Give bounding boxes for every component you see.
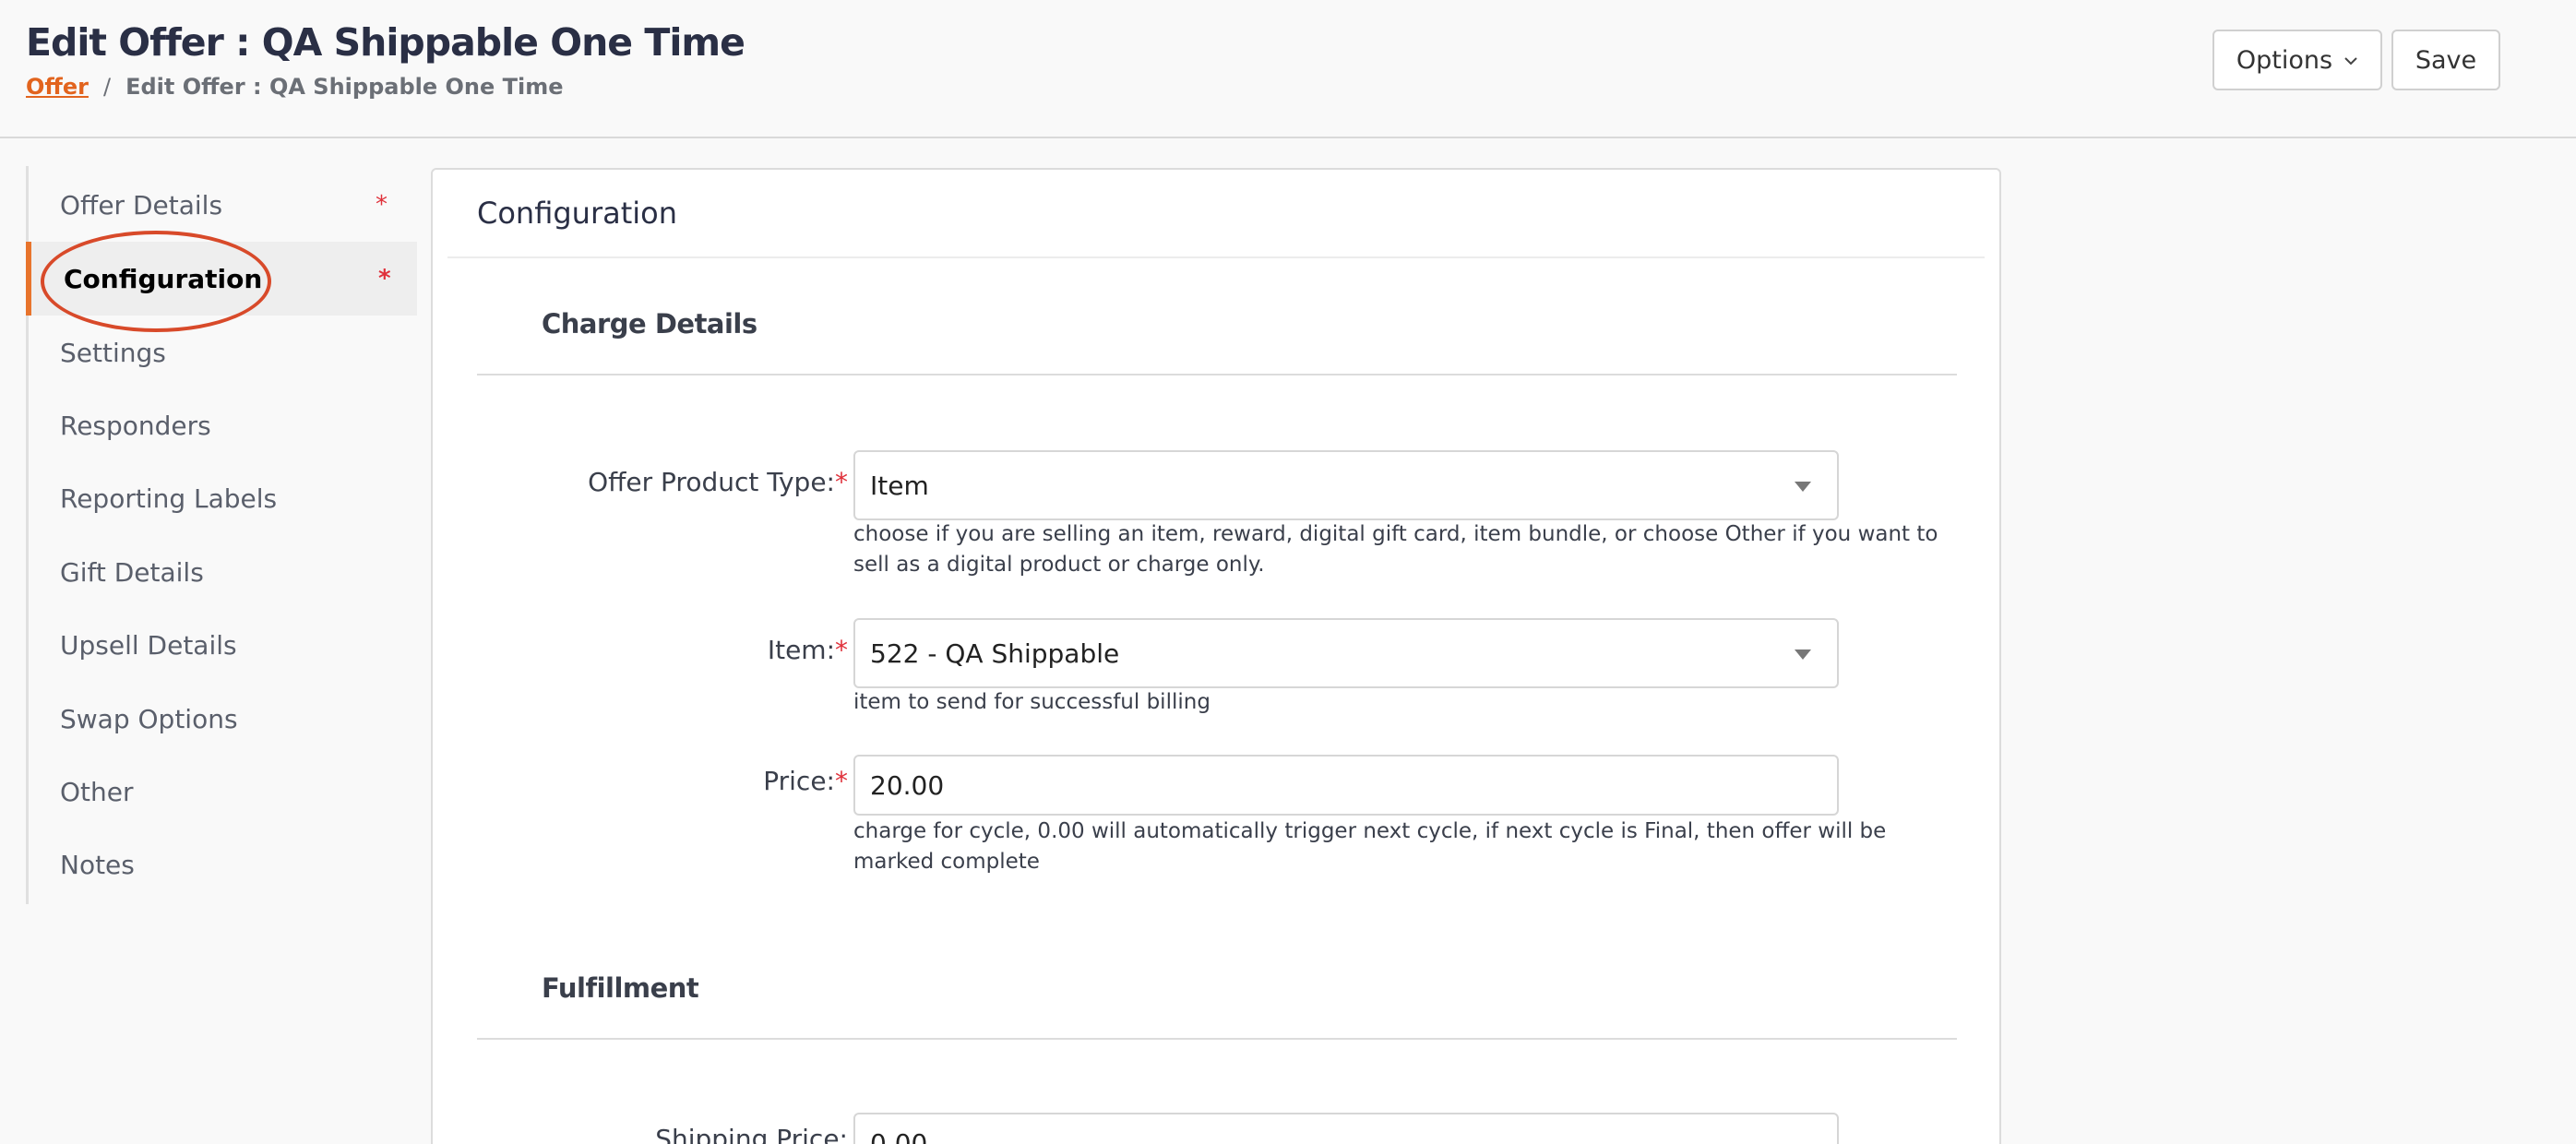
sidebar-item-notes[interactable]: Notes bbox=[29, 828, 420, 901]
divider bbox=[447, 256, 1985, 258]
page-title: Edit Offer : QA Shippable One Time bbox=[26, 20, 745, 65]
sidebar-item-label: Other bbox=[60, 776, 134, 807]
item-help: item to send for successful billing bbox=[853, 690, 1210, 714]
section-divider bbox=[477, 1038, 1957, 1040]
required-marker: * bbox=[378, 265, 391, 292]
section-title-charge-details: Charge Details bbox=[542, 308, 757, 340]
offer-product-type-label: Offer Product Type:* bbox=[433, 467, 848, 497]
price-label: Price:* bbox=[433, 766, 848, 796]
item-select[interactable]: 522 - QA Shippable bbox=[853, 618, 1839, 688]
save-button[interactable]: Save bbox=[2391, 30, 2500, 90]
field-label-text: Offer Product Type: bbox=[588, 467, 835, 497]
sidebar-item-label: Offer Details bbox=[60, 189, 223, 220]
panel-title: Configuration bbox=[477, 196, 678, 231]
shipping-price-input[interactable]: 0.00 bbox=[853, 1113, 1839, 1144]
input-value: 20.00 bbox=[870, 769, 945, 801]
required-marker: * bbox=[376, 191, 388, 219]
options-button[interactable]: Options bbox=[2212, 30, 2382, 90]
sidebar-item-responders[interactable]: Responders bbox=[29, 388, 420, 462]
sidebar-item-upsell-details[interactable]: Upsell Details bbox=[29, 608, 420, 682]
select-value: Item bbox=[870, 470, 929, 501]
field-label-text: Shipping Price: bbox=[655, 1124, 848, 1144]
field-label-text: Item: bbox=[767, 635, 835, 665]
breadcrumb-separator: / bbox=[102, 74, 112, 100]
breadcrumb-offer-link[interactable]: Offer bbox=[26, 74, 89, 100]
required-marker: * bbox=[835, 766, 848, 796]
breadcrumb: Offer / Edit Offer : QA Shippable One Time bbox=[26, 74, 563, 100]
required-marker: * bbox=[835, 635, 848, 665]
dropdown-caret-icon bbox=[1795, 482, 1811, 492]
configuration-panel: Configuration Charge Details Offer Produ… bbox=[431, 168, 2001, 1144]
sidebar-item-settings[interactable]: Settings bbox=[29, 316, 420, 389]
highlight-annotation bbox=[41, 231, 271, 332]
sidebar-item-label: Notes bbox=[60, 849, 135, 880]
sidebar-item-swap-options[interactable]: Swap Options bbox=[29, 682, 420, 756]
required-marker: * bbox=[835, 467, 848, 497]
sidebar-item-label: Responders bbox=[60, 410, 211, 441]
price-help: charge for cycle, 0.00 will automaticall… bbox=[853, 819, 1887, 874]
price-input[interactable]: 20.00 bbox=[853, 755, 1839, 816]
section-divider bbox=[477, 374, 1957, 375]
sidebar-item-label: Upsell Details bbox=[60, 629, 237, 661]
item-label: Item:* bbox=[433, 635, 848, 665]
field-label-text: Price: bbox=[763, 766, 835, 796]
input-value: 0.00 bbox=[870, 1127, 928, 1144]
offer-product-type-select[interactable]: Item bbox=[853, 450, 1839, 520]
sidebar-item-label: Reporting Labels bbox=[60, 483, 278, 514]
sidebar-item-label: Gift Details bbox=[60, 556, 204, 588]
select-value: 522 - QA Shippable bbox=[870, 638, 1120, 669]
options-button-label: Options bbox=[2236, 45, 2333, 75]
sidebar-item-label: Settings bbox=[60, 337, 166, 368]
chevron-down-icon bbox=[2343, 51, 2358, 70]
shipping-price-label: Shipping Price: bbox=[433, 1124, 848, 1144]
sidebar-item-gift-details[interactable]: Gift Details bbox=[29, 535, 420, 609]
breadcrumb-current: Edit Offer : QA Shippable One Time bbox=[125, 74, 564, 100]
dropdown-caret-icon bbox=[1795, 649, 1811, 660]
sidebar-item-reporting-labels[interactable]: Reporting Labels bbox=[29, 461, 420, 535]
section-title-fulfillment: Fulfillment bbox=[542, 972, 699, 1004]
page-header: Edit Offer : QA Shippable One Time Offer… bbox=[0, 0, 2576, 138]
sidebar-item-other[interactable]: Other bbox=[29, 755, 420, 828]
offer-product-type-help: choose if you are selling an item, rewar… bbox=[853, 522, 1938, 577]
sidebar-item-label: Swap Options bbox=[60, 703, 238, 734]
sidebar-item-offer-details[interactable]: Offer Details * bbox=[29, 168, 420, 242]
